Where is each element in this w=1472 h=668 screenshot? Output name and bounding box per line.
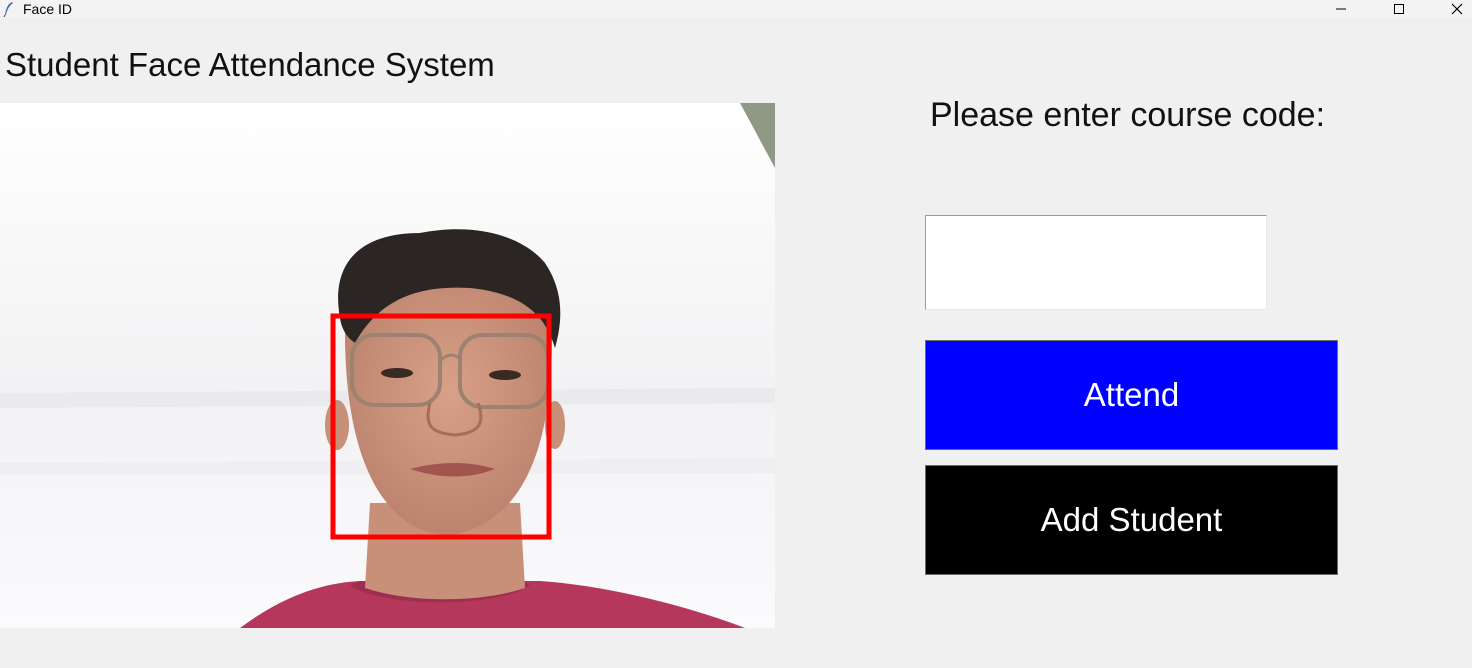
close-icon — [1451, 3, 1463, 15]
camera-feed — [0, 103, 775, 628]
close-button[interactable] — [1434, 0, 1472, 18]
course-code-input[interactable] — [925, 215, 1267, 310]
maximize-icon — [1393, 3, 1405, 15]
page-title: Student Face Attendance System — [5, 46, 495, 83]
attend-button[interactable]: Attend — [925, 340, 1338, 450]
title-bar[interactable]: Face ID — [0, 0, 1472, 18]
maximize-button[interactable] — [1376, 0, 1422, 18]
minimize-icon — [1335, 3, 1347, 15]
window-title: Face ID — [23, 1, 73, 17]
minimize-button[interactable] — [1318, 0, 1364, 18]
app-window: Face ID Student Face Attendance System P… — [0, 0, 1472, 668]
feather-icon — [3, 1, 15, 18]
add-student-button[interactable]: Add Student — [925, 465, 1338, 575]
course-code-prompt: Please enter course code: — [930, 96, 1326, 134]
